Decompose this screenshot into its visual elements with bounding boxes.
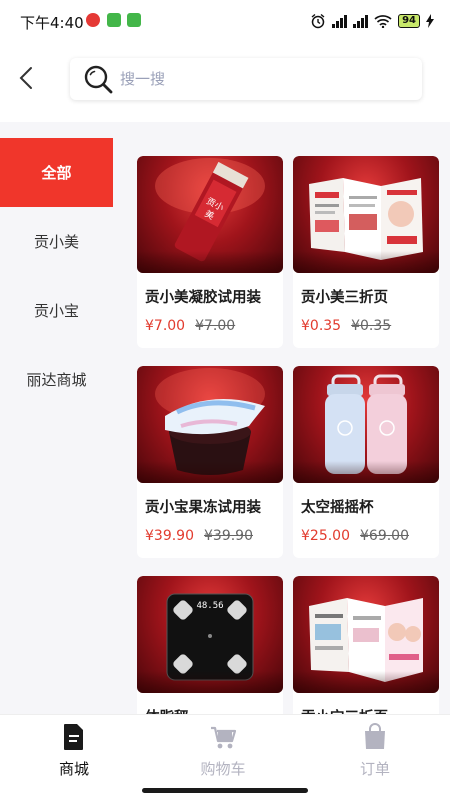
battery-indicator: 94 (398, 14, 420, 28)
status-bar: 下午4:40 94 (0, 0, 450, 42)
product-name: 贡小宝果冻试用装 (145, 500, 261, 516)
shaker-bottles-image (325, 374, 407, 474)
product-card[interactable]: 太空摇摇杯 ¥25.00 ¥69.00 (293, 366, 439, 558)
product-image (293, 366, 439, 483)
product-name: 贡小美三折页 (301, 290, 388, 306)
price-row: ¥39.90 ¥39.90 (145, 528, 253, 544)
product-card[interactable]: 贡小美三折页 ¥0.35 ¥0.35 (293, 156, 439, 348)
home-indicator (142, 788, 308, 793)
bag-icon (365, 723, 385, 749)
wechat-notification-icon (107, 13, 121, 27)
price-row: ¥7.00 ¥7.00 (145, 318, 235, 334)
wechat-notification-icon-2 (127, 13, 141, 27)
signal-icon-2 (353, 14, 369, 28)
category-all[interactable]: 全部 (0, 138, 113, 207)
jelly-cup-image (155, 368, 265, 475)
alarm-icon (311, 13, 325, 29)
product-original-price: ¥39.90 (204, 528, 253, 544)
product-original-price: ¥69.00 (360, 528, 409, 544)
scale-display: 48.56 (196, 601, 223, 611)
gel-sample-image: 贡小 美 (155, 158, 265, 262)
product-price: ¥25.00 (301, 528, 350, 544)
charging-icon (426, 14, 434, 28)
search-icon (84, 65, 113, 94)
category-sidebar: 全部 贡小美 贡小宝 丽达商城 (0, 138, 113, 414)
product-name: 贡小美凝胶试用装 (145, 290, 261, 306)
document-icon (64, 724, 83, 750)
header (0, 42, 450, 122)
product-image (137, 366, 283, 483)
tab-cart[interactable]: 购物车 (178, 723, 268, 779)
trifold-brochure-image (309, 598, 423, 682)
tab-label: 商城 (58, 760, 89, 778)
product-price: ¥39.90 (145, 528, 194, 544)
product-card[interactable]: 贡小 美 贡小美凝胶试用装 ¥7.00 ¥7.00 (137, 156, 283, 348)
tab-label: 订单 (359, 760, 390, 778)
tab-orders[interactable]: 订单 (330, 723, 420, 779)
wifi-icon (374, 15, 392, 28)
chevron-left-icon (19, 67, 32, 89)
product-card[interactable]: 48.56 体脂秤 (137, 576, 283, 714)
status-icons: 94 (310, 11, 434, 31)
body-fat-scale-image: 48.56 (166, 593, 254, 681)
price-row: ¥0.35 ¥0.35 (301, 318, 391, 334)
product-image: 贡小 美 (137, 156, 283, 273)
tab-mall[interactable]: 商城 (29, 723, 119, 779)
product-card[interactable]: 贡小宝果冻试用装 ¥39.90 ¥39.90 (137, 366, 283, 558)
tab-label: 购物车 (200, 760, 246, 778)
category-gongxiaobao[interactable]: 贡小宝 (0, 276, 113, 345)
product-image (293, 156, 439, 273)
cart-icon (211, 726, 236, 749)
product-image (293, 576, 439, 693)
search-bar[interactable] (70, 58, 422, 100)
product-image: 48.56 (137, 576, 283, 693)
price-row: ¥25.00 ¥69.00 (301, 528, 409, 544)
product-name: 太空摇摇杯 (301, 500, 374, 516)
product-original-price: ¥0.35 (351, 318, 392, 334)
product-original-price: ¥7.00 (195, 318, 236, 334)
trifold-brochure-image (309, 178, 423, 260)
category-lida-mall[interactable]: 丽达商城 (0, 345, 113, 414)
back-button[interactable] (12, 60, 42, 96)
signal-icon (332, 14, 348, 28)
product-card[interactable]: 贡小宝三折页 (293, 576, 439, 714)
search-input[interactable] (120, 70, 400, 88)
app-notification-icon (86, 13, 100, 27)
product-grid: 贡小 美 贡小美凝胶试用装 ¥7.00 ¥7.00 贡小美三折页 ¥0.35 ¥… (128, 148, 450, 714)
product-price: ¥7.00 (145, 318, 186, 334)
product-price: ¥0.35 (301, 318, 342, 334)
product-name: 体脂秤 (145, 706, 189, 714)
status-time: 下午4:40 (20, 14, 84, 32)
product-name: 贡小宝三折页 (301, 706, 388, 714)
category-gongxiaomei[interactable]: 贡小美 (0, 207, 113, 276)
